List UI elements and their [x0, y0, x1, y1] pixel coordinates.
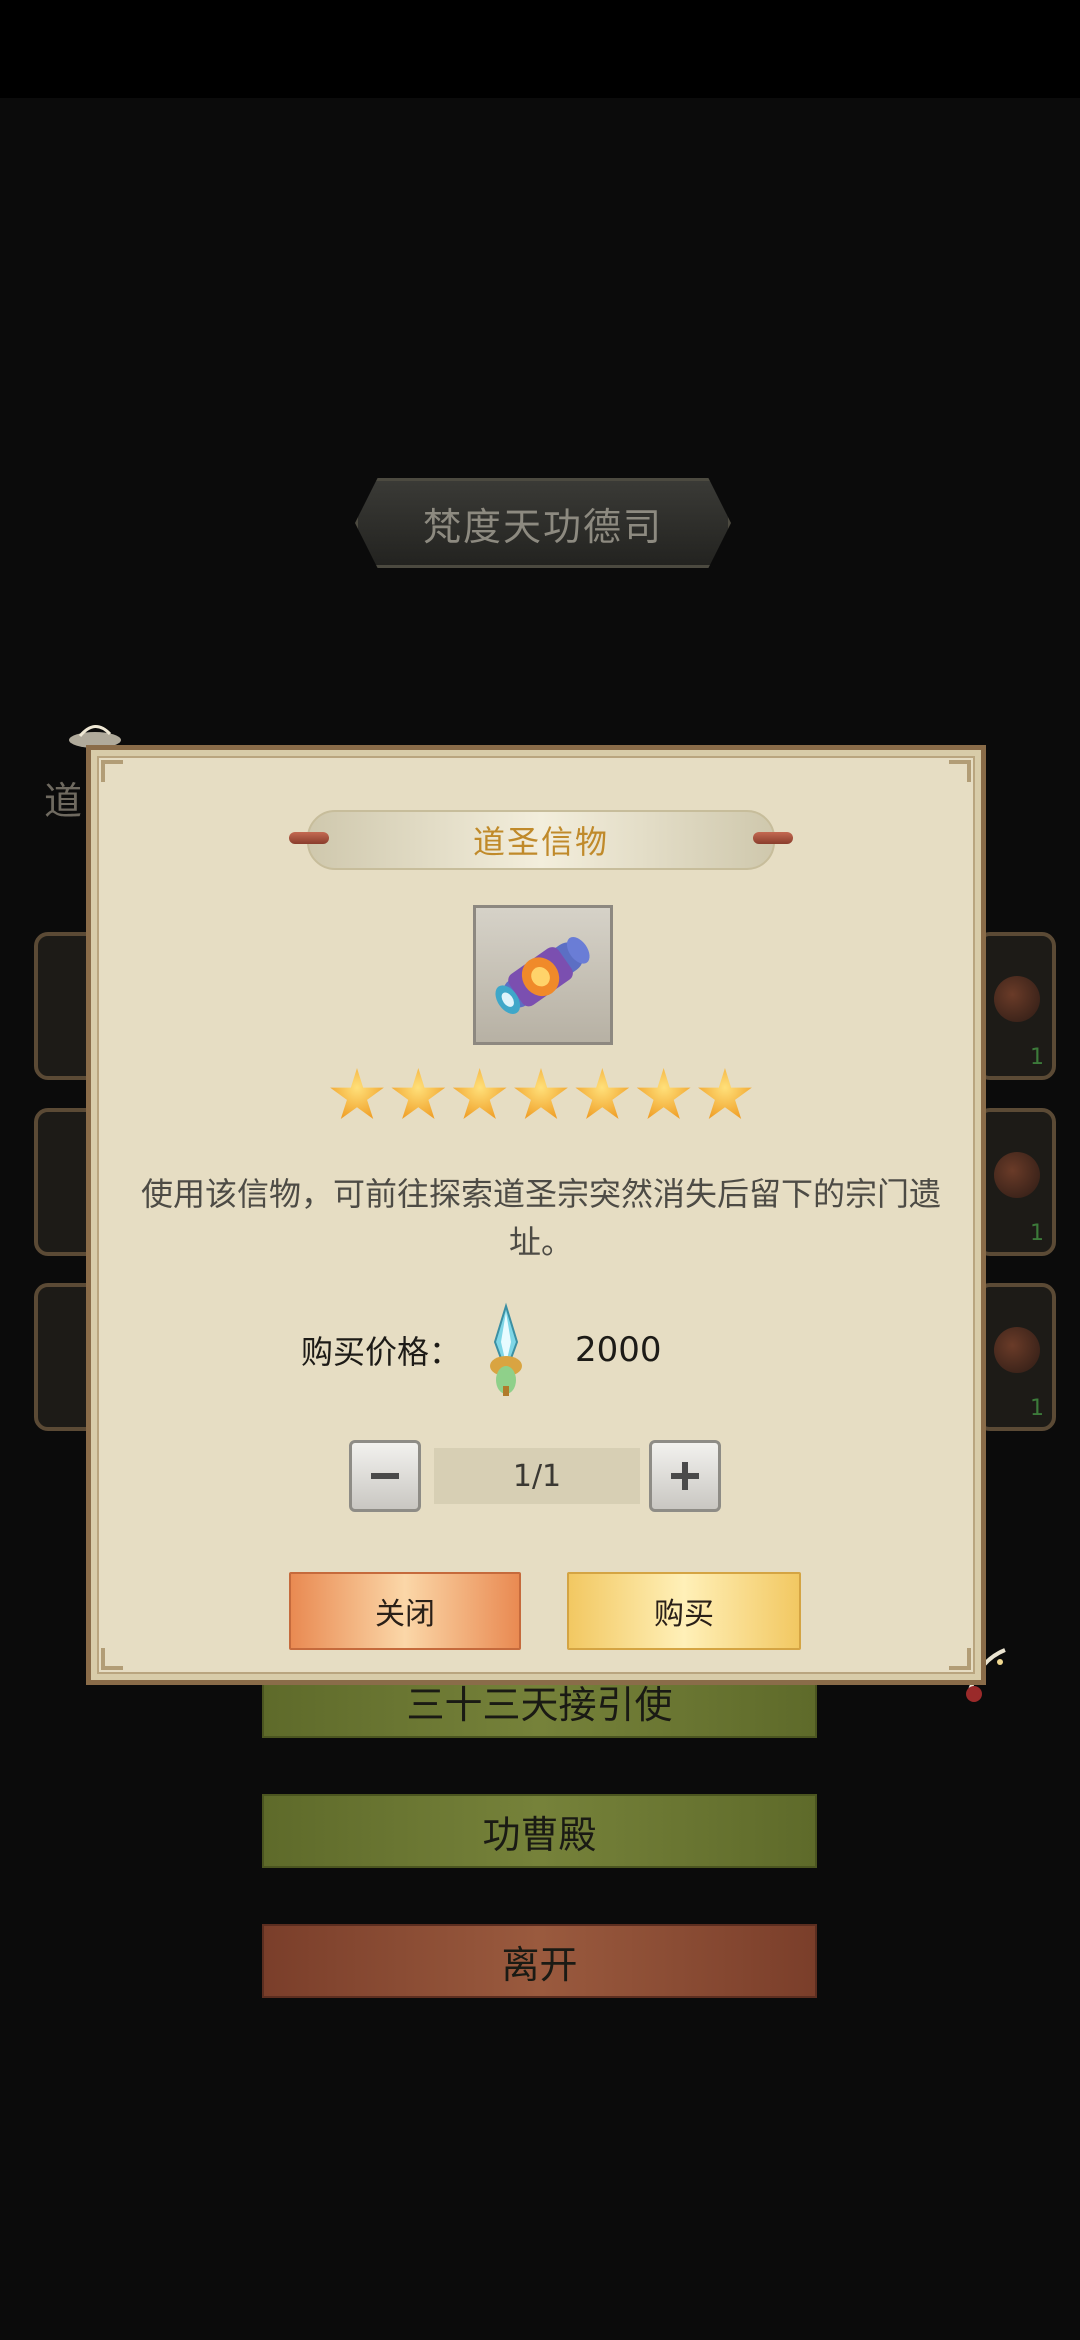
item-icon — [994, 976, 1040, 1022]
plaque-knob — [289, 832, 329, 844]
location-title-plaque: 梵度天功德司 — [355, 478, 731, 568]
dialog-corner-ornament — [949, 760, 971, 782]
quantity-stepper: 1/1 — [349, 1440, 729, 1514]
purchase-dialog: 道圣信物 使用该信物，可前往探索道圣宗突然消失后留下的宗门遗址。 购买价格： 2… — [86, 745, 986, 1685]
buy-button-label: 购买 — [654, 1597, 714, 1632]
dialog-corner-ornament — [949, 1648, 971, 1670]
menu-button-leave[interactable]: 离开 — [262, 1924, 817, 1998]
game-screen: 梵度天功德司 道 1 1 1 三十三天接引使 功曹殿 离开 道圣信物 使用该信物… — [0, 0, 1080, 2340]
item-icon — [994, 1327, 1040, 1373]
background-item-slot[interactable]: 1 — [976, 932, 1056, 1080]
background-item-slot[interactable]: 1 — [976, 1108, 1056, 1256]
star-icon — [391, 1068, 446, 1119]
jade-crystal-icon — [490, 1302, 523, 1396]
menu-button-label: 离开 — [501, 1942, 578, 1987]
star-icon — [698, 1068, 752, 1119]
background-left-label: 道 — [44, 779, 83, 823]
decrease-quantity-button[interactable] — [349, 1440, 421, 1512]
location-title: 梵度天功德司 — [422, 504, 663, 549]
slot-quantity: 1 — [1030, 1396, 1044, 1421]
item-name: 道圣信物 — [472, 823, 609, 861]
star-icon — [514, 1068, 568, 1119]
quantity-value: 1/1 — [434, 1448, 640, 1504]
star-icon — [575, 1068, 630, 1119]
menu-button-merit-hall[interactable]: 功曹殿 — [262, 1794, 817, 1868]
close-button[interactable]: 关闭 — [289, 1572, 521, 1650]
scroll-icon — [495, 937, 590, 1014]
buy-button[interactable]: 购买 — [567, 1572, 801, 1650]
menu-button-label: 功曹殿 — [482, 1812, 597, 1857]
dialog-corner-ornament — [101, 1648, 123, 1670]
slot-quantity: 1 — [1030, 1045, 1044, 1070]
minus-icon — [371, 1473, 399, 1479]
price-row: 购买价格： 2000 — [301, 1302, 662, 1398]
dialog-corner-ornament — [101, 760, 123, 782]
price-label: 购买价格： — [301, 1333, 462, 1371]
item-title-plaque: 道圣信物 — [289, 810, 793, 870]
status-bar — [0, 0, 1080, 98]
star-icon — [636, 1068, 691, 1119]
star-rating — [329, 1068, 753, 1128]
item-icon-frame — [473, 905, 613, 1045]
star-icon — [330, 1068, 384, 1119]
star-icon — [452, 1068, 507, 1119]
item-description: 使用该信物，可前往探索道圣宗突然消失后留下的宗门遗址。 — [140, 1175, 941, 1261]
slot-quantity: 1 — [1030, 1221, 1044, 1246]
price-value: 2000 — [575, 1330, 662, 1370]
plaque-knob — [753, 832, 793, 844]
background-item-slot[interactable]: 1 — [976, 1283, 1056, 1431]
item-icon — [994, 1152, 1040, 1198]
plus-icon — [671, 1462, 699, 1490]
increase-quantity-button[interactable] — [649, 1440, 721, 1512]
close-button-label: 关闭 — [375, 1597, 435, 1632]
